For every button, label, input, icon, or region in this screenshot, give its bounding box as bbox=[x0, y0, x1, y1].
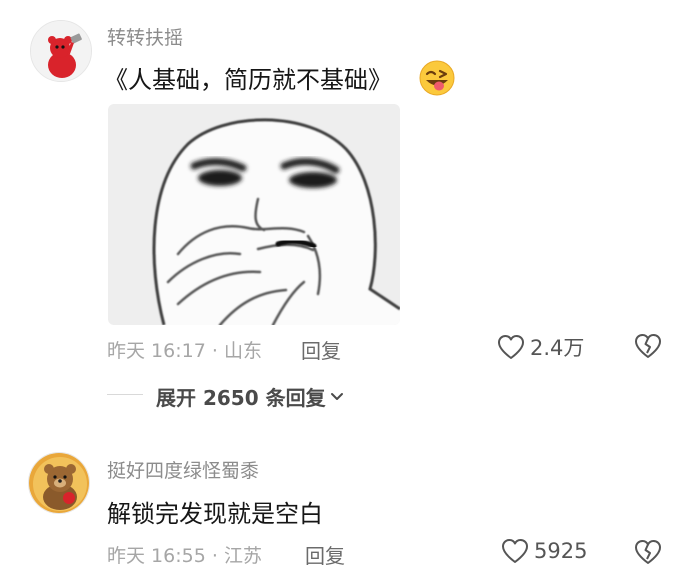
heart-icon bbox=[501, 538, 529, 564]
expand-replies-label: 展开 2650 条回复 bbox=[156, 386, 326, 410]
meta-separator: · bbox=[211, 545, 218, 567]
comment-location: 山东 bbox=[223, 340, 262, 362]
broken-heart-icon bbox=[635, 540, 661, 564]
comment-meta: 昨天 16:17 · 山东 bbox=[107, 336, 262, 363]
comment-text: 解锁完发现就是空白 bbox=[107, 500, 323, 528]
comment-time: 昨天 16:55 bbox=[107, 545, 206, 567]
expand-divider bbox=[107, 394, 143, 395]
comment-location: 江苏 bbox=[223, 545, 262, 567]
reply-button[interactable]: 回复 bbox=[305, 540, 345, 569]
comment-username[interactable]: 转转扶摇 bbox=[107, 23, 183, 50]
avatar[interactable] bbox=[28, 452, 90, 514]
expand-replies-button[interactable]: 展开 2650 条回复 bbox=[156, 382, 344, 411]
heart-icon bbox=[497, 334, 525, 360]
like-count: 5925 bbox=[534, 539, 588, 563]
comment-text: 《人基础，简历就不基础》 bbox=[104, 66, 392, 94]
broken-heart-icon bbox=[635, 334, 661, 358]
like-button[interactable]: 5925 bbox=[501, 538, 587, 564]
brown-bear-avatar-icon bbox=[29, 453, 89, 513]
meta-separator: · bbox=[211, 340, 218, 362]
avatar[interactable] bbox=[30, 20, 92, 82]
dislike-button[interactable] bbox=[634, 333, 662, 359]
chevron-down-icon bbox=[330, 392, 344, 402]
reply-button[interactable]: 回复 bbox=[301, 335, 341, 364]
comment-meta: 昨天 16:55 · 江苏 bbox=[107, 541, 262, 568]
red-bear-avatar-icon bbox=[31, 21, 91, 81]
covering-mouth-laughing-meme-sticker[interactable] bbox=[108, 104, 400, 325]
comment-time: 昨天 16:17 bbox=[107, 340, 206, 362]
like-count: 2.4万 bbox=[530, 336, 585, 360]
comment-username[interactable]: 挺好四度绿怪蜀黍 bbox=[107, 456, 259, 483]
winking-tongue-emoji-icon bbox=[418, 59, 456, 97]
dislike-button[interactable] bbox=[634, 539, 662, 565]
like-button[interactable]: 2.4万 bbox=[497, 332, 584, 362]
